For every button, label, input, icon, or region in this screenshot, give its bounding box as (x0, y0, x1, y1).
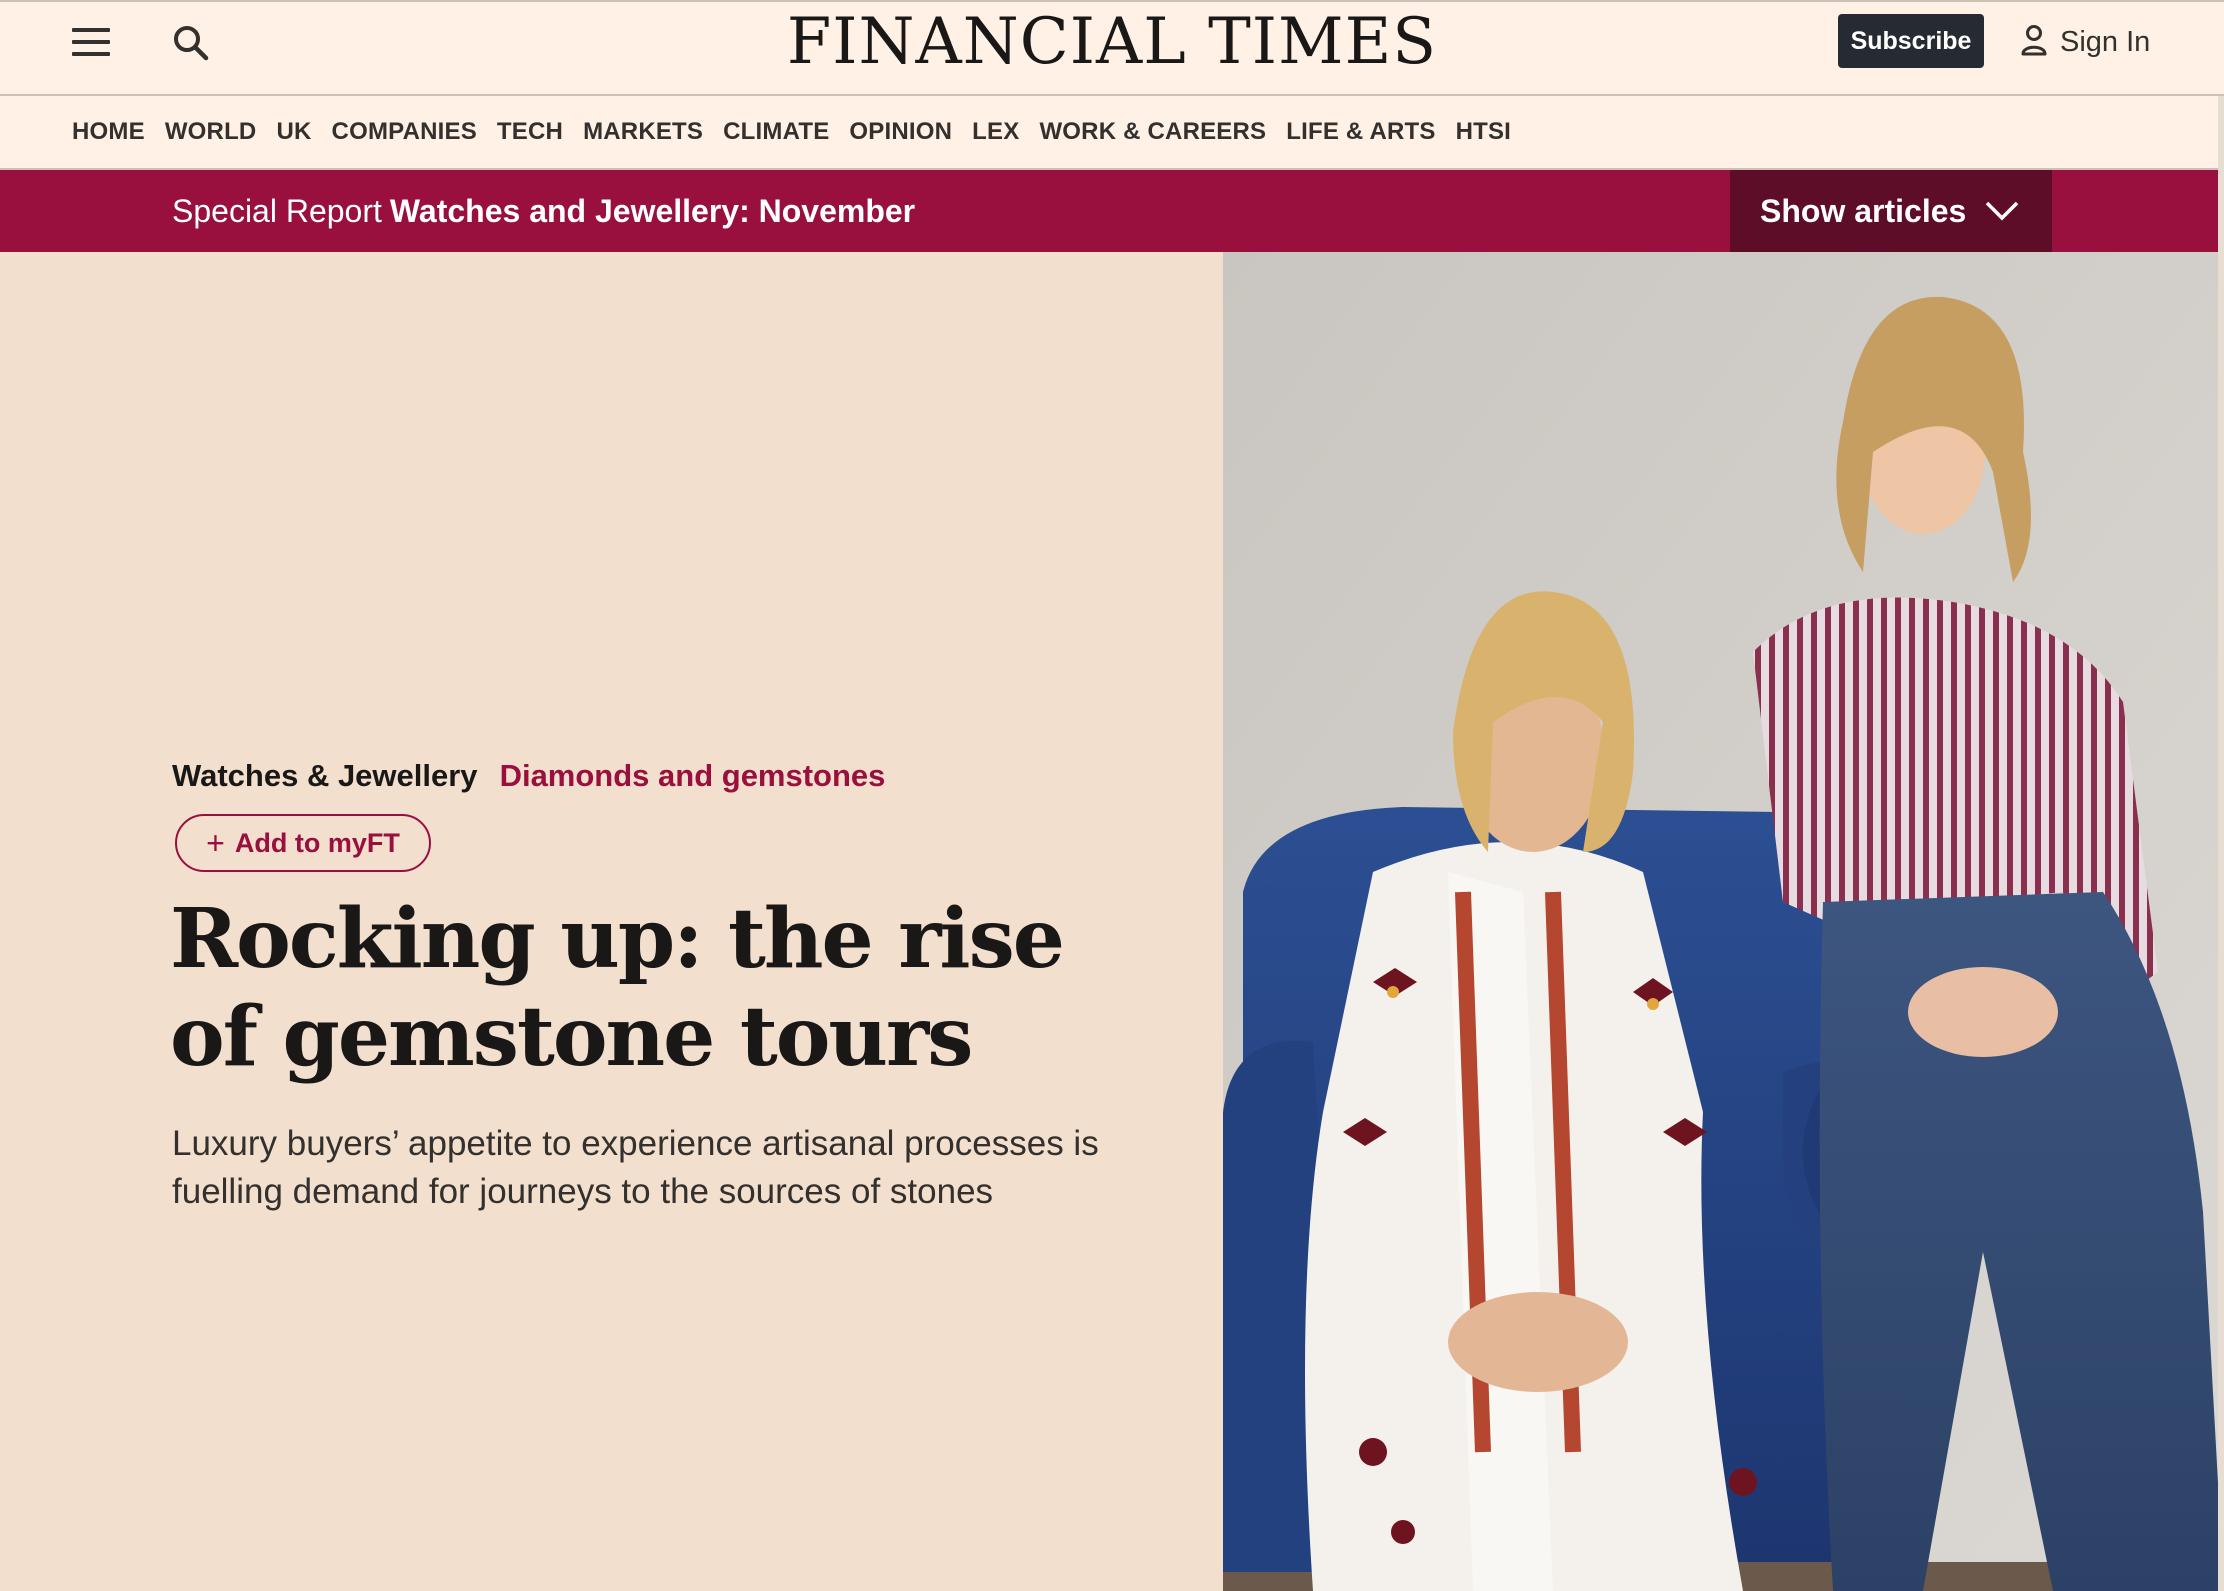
nav-item-world[interactable]: WORLD (165, 118, 257, 146)
special-report-bar: Special Report Watches and Jewellery: No… (0, 170, 2224, 252)
sign-in-link[interactable]: Sign In (2020, 16, 2150, 68)
user-icon (2020, 24, 2048, 60)
article-standfirst: Luxury buyers’ appetite to experience ar… (172, 1124, 1099, 1211)
secondary-topic-link[interactable]: Diamonds and gemstones (500, 758, 886, 794)
main-navigation: HOME WORLD UK COMPANIES TECH MARKETS CLIMATE OP… (0, 96, 2224, 170)
sign-in-label: Sign In (2060, 25, 2151, 58)
site-header: FINANCIAL TIMES Subscribe Sign In (0, 0, 2224, 96)
nav-item-tech[interactable]: TECH (497, 118, 563, 146)
special-report-title[interactable]: Watches and Jewellery: November (390, 193, 915, 230)
article-tags: Watches & Jewellery Diamonds and gemston… (172, 758, 885, 794)
special-report-kicker: Special Report (172, 192, 382, 229)
nav-item-opinion[interactable]: OPINION (849, 118, 952, 146)
special-report-heading: Special Report Watches and Jewellery: No… (172, 170, 915, 252)
nav-item-home[interactable]: HOME (72, 118, 145, 146)
nav-item-life-arts[interactable]: LIFE & ARTS (1286, 118, 1435, 146)
hero-photo (1223, 252, 2224, 1591)
chevron-down-icon (1985, 201, 2019, 221)
nav-item-companies[interactable]: COMPANIES (332, 118, 477, 146)
add-to-myft-label: Add to myFT (234, 827, 400, 858)
show-articles-label: Show articles (1760, 192, 1967, 229)
show-articles-button[interactable]: Show articles (1730, 170, 2052, 252)
nav-item-climate[interactable]: CLIMATE (723, 118, 829, 146)
page-scrollbar[interactable] (2218, 96, 2224, 1591)
nav-item-work-careers[interactable]: WORK & CAREERS (1039, 118, 1266, 146)
logo-text[interactable]: FINANCIAL TIMES (787, 5, 1437, 79)
plus-icon: + (206, 825, 225, 861)
primary-topic-link[interactable]: Watches & Jewellery (172, 758, 478, 794)
subscribe-button[interactable]: Subscribe (1838, 14, 1984, 68)
nav-item-uk[interactable]: UK (276, 118, 311, 146)
article-headline: Rocking up: the rise of gemstone tours (170, 891, 1065, 1085)
nav-item-lex[interactable]: LEX (972, 118, 1019, 146)
nav-list: HOME WORLD UK COMPANIES TECH MARKETS CLIMATE OP… (0, 96, 2224, 168)
nav-item-markets[interactable]: MARKETS (583, 118, 703, 146)
add-to-myft-button[interactable]: + Add to myFT (175, 814, 431, 872)
nav-item-htsi[interactable]: HTSI (1456, 118, 1511, 146)
